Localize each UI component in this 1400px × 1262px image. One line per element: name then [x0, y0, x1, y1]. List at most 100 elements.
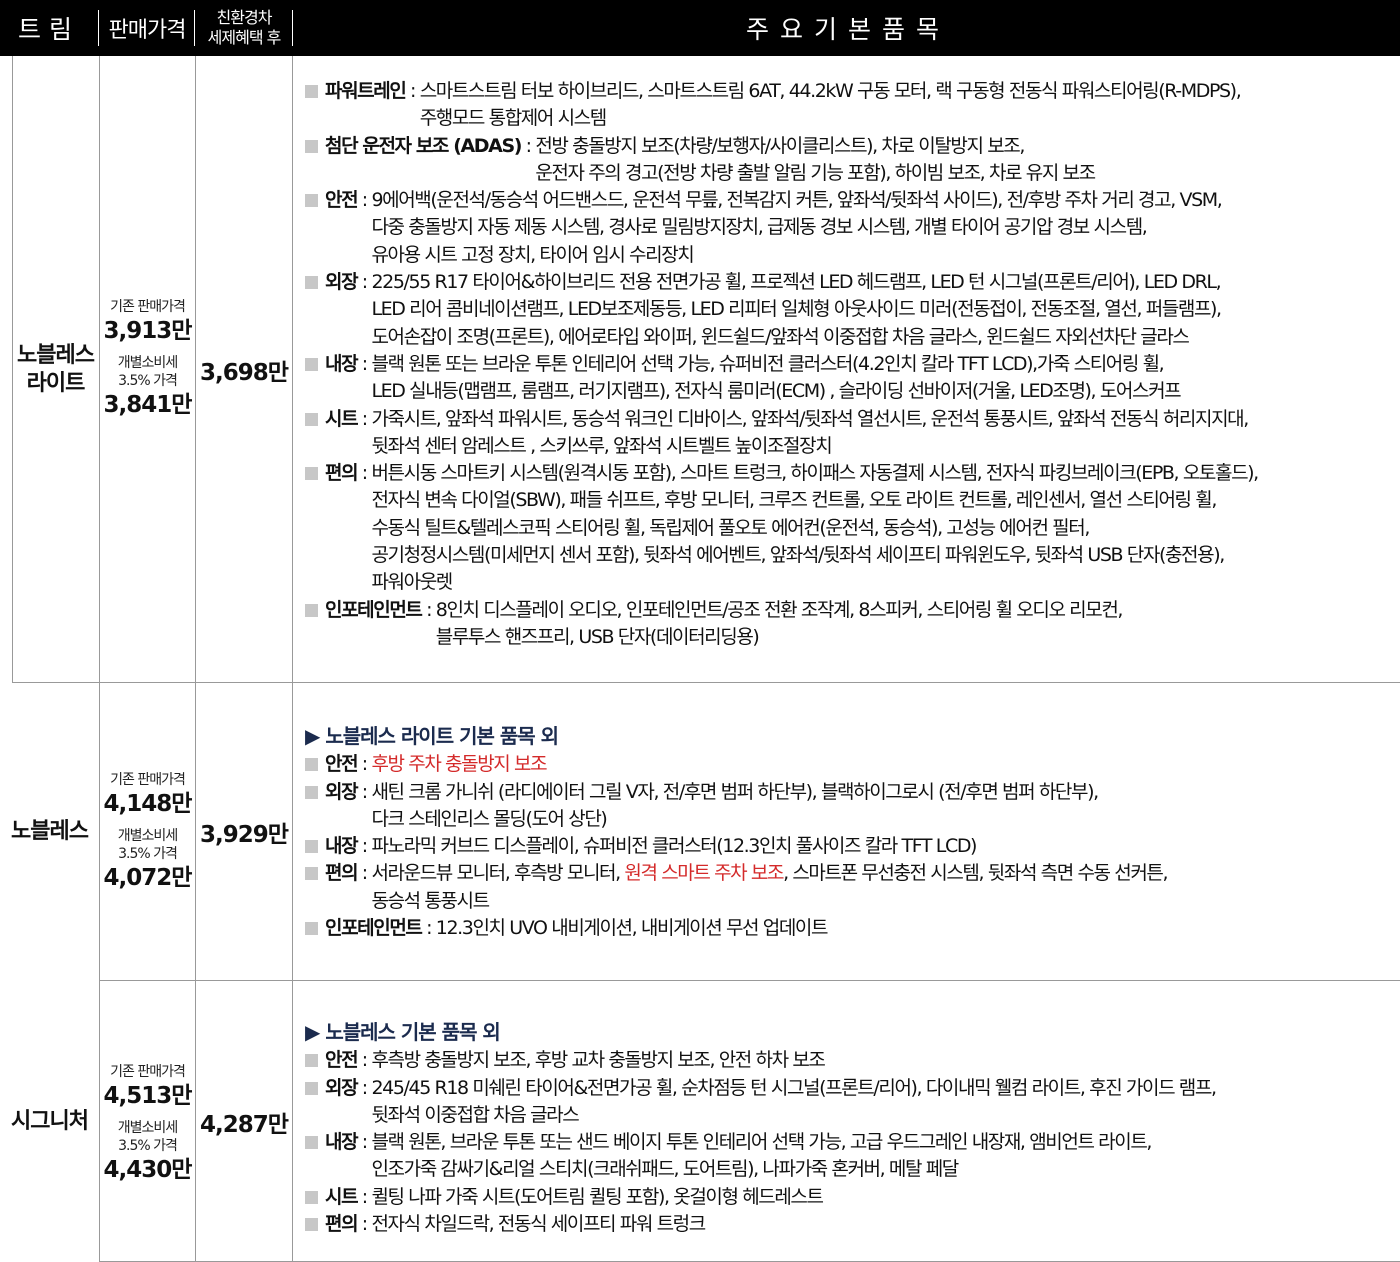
feature-text: 다크 스테인리스 몰딩(도어 상단) — [371, 807, 607, 830]
feature-text: 9에어백(운전석/동승석 어드밴스드, 운전석 무릎, 전복감지 커튼, 앞좌석… — [371, 189, 1222, 212]
eco-price-value: 4,287만 — [196, 981, 292, 1262]
feature-text: 퀼팅 나파 가죽 시트(도어트림 퀼팅 포함), 옷걸이형 헤드레스트 — [371, 1185, 824, 1208]
feature-text: 후방 주차 충돌방지 보조 — [371, 753, 547, 776]
feature-separator: : — [357, 462, 372, 485]
feature-text: 245/45 R18 미쉐린 타이어&전면가공 휠, 순차점등 턴 시그널(프론… — [371, 1076, 1217, 1099]
bullet-square-icon — [305, 412, 318, 426]
tax-price-label: 개별소비세 — [117, 1120, 178, 1136]
header-divider — [194, 10, 195, 46]
feature-text: 운전자 주의 경고(전방 차량 출발 알림 기능 포함), 하이빔 보조, 차로… — [535, 161, 1096, 184]
feature-separator: : — [357, 1131, 372, 1154]
feature-separator: : — [357, 1213, 372, 1236]
feature-line: 다크 스테인리스 몰딩(도어 상단) — [305, 806, 1395, 833]
feature-line: 외장 : 225/55 R17 타이어&하이브리드 전용 전면가공 휠, 프로젝… — [305, 269, 1395, 296]
feature-separator: : — [357, 753, 372, 776]
feature-line: LED 실내등(맵램프, 룸램프, 러기지램프), 전자식 룸미러(ECM) ,… — [305, 378, 1395, 405]
table-header: 트림 판매가격 친환경차 세제혜택 후 주요기본품목 — [0, 0, 1400, 56]
column-divider — [292, 683, 293, 981]
feature-separator: : — [357, 835, 372, 858]
feature-text: LED 리어 콤비네이션램프, LED보조제동등, LED 리피터 일체형 아웃… — [371, 298, 1222, 321]
feature-text: 인조가죽 감싸기&리얼 스티치(크래쉬패드, 도어트림), 나파가죽 혼커버, … — [371, 1158, 959, 1181]
header-divider — [292, 10, 293, 46]
feature-separator: : — [357, 1076, 372, 1099]
price-column: 기존 판매가격 4,513만 개별소비세 3.5% 가격 4,430만 — [100, 1063, 195, 1185]
feature-category: 인포테인먼트 — [325, 598, 423, 621]
header-divider — [98, 10, 99, 46]
price-column: 기존 판매가격 4,148만 개별소비세 3.5% 가격 4,072만 — [100, 771, 195, 893]
feature-text: LED 실내등(맵램프, 룸램프, 러기지램프), 전자식 룸미러(ECM) ,… — [371, 380, 1181, 403]
feature-category: 안전 — [325, 189, 359, 212]
feature-line: 다중 충돌방지 자동 제동 시스템, 경사로 밀림방지장치, 급제동 경보 시스… — [305, 214, 1395, 241]
feature-category: 편의 — [325, 862, 359, 885]
feature-headline: ▶ 노블레스 라이트 기본 품목 외 — [305, 724, 559, 748]
feature-line: 수동식 틸트&텔레스코픽 스티어링 휠, 독립제어 풀오토 에어컨(운전석, 동… — [305, 515, 1395, 542]
tax-price-value: 3,841만 — [103, 392, 193, 418]
tax-price-value: 4,430만 — [103, 1157, 193, 1183]
trim-name-line: 노블레스 — [11, 819, 89, 844]
feature-category: 편의 — [325, 1213, 359, 1236]
feature-text: 다중 충돌방지 자동 제동 시스템, 경사로 밀림방지장치, 급제동 경보 시스… — [371, 216, 1147, 239]
feature-separator: : — [357, 352, 372, 375]
feature-category: 내장 — [325, 1131, 359, 1154]
bullet-square-icon — [305, 139, 318, 153]
trim-name-line: 노블레스 — [17, 342, 95, 368]
trim-row: 시그니처 기존 판매가격 4,513만 개별소비세 3.5% 가격 4,430만 4,287… — [0, 981, 1400, 1262]
feature-category: 외장 — [325, 1076, 359, 1099]
feature-line: 인포테인먼트 : 12.3인치 UVO 내비게이션, 내비게이션 무선 업데이트 — [305, 915, 1395, 942]
feature-text: 공기청정시스템(미세먼지 센서 포함), 뒷좌석 에어벤트, 앞좌석/뒷좌석 세… — [371, 544, 1225, 567]
feature-line: 전자식 변속 다이얼(SBW), 패들 쉬프트, 후방 모니터, 크루즈 컨트롤… — [305, 487, 1395, 514]
feature-line: 내장 : 블랙 원톤 또는 브라운 투톤 인테리어 선택 가능, 슈퍼비전 클러… — [305, 351, 1395, 378]
feature-line: 편의 : 서라운드뷰 모니터, 후측방 모니터, 원격 스마트 주차 보조, 스… — [305, 860, 1395, 887]
eco-price-text: 3,698만 — [200, 359, 289, 386]
bullet-square-icon — [305, 1190, 318, 1204]
base-price-label: 기존 판매가격 — [110, 1064, 186, 1080]
header-eco-benefit: 친환경차 세제혜택 후 — [197, 0, 291, 56]
feature-text: 동승석 통풍시트 — [371, 889, 490, 912]
feature-line: 동승석 통풍시트 — [305, 888, 1395, 915]
feature-separator: : — [357, 189, 372, 212]
feature-line: 뒷좌석 센터 암레스트 , 스키쓰루, 앞좌석 시트벨트 높이조절장치 — [305, 433, 1395, 460]
feature-separator: : — [357, 407, 372, 430]
feature-separator: : — [421, 598, 436, 621]
tax-price-label: 3.5% 가격 — [118, 1138, 178, 1154]
trim-row: 노블레스 기존 판매가격 4,148만 개별소비세 3.5% 가격 4,072만 3,929… — [0, 683, 1400, 981]
feature-separator: : — [421, 917, 436, 940]
trim-name-text: 노블레스 — [11, 818, 89, 846]
feature-line: 블루투스 핸즈프리, USB 단자(데이터리딩용) — [305, 624, 1395, 651]
feature-line: 내장 : 파노라믹 커브드 디스플레이, 슈퍼비전 클러스터(12.3인치 풀사… — [305, 833, 1395, 860]
feature-line: 첨단 운전자 보조 (ADAS) : 전방 충돌방지 보조(차량/보행자/사이클… — [305, 133, 1395, 160]
feature-text: 파노라믹 커브드 디스플레이, 슈퍼비전 클러스터(12.3인치 풀사이즈 칼라… — [371, 835, 977, 858]
feature-text: 버튼시동 스마트키 시스템(원격시동 포함), 스마트 트렁크, 하이패스 자동… — [371, 462, 1259, 485]
feature-text: 후측방 충돌방지 보조, 후방 교차 충돌방지 보조, 안전 하차 보조 — [371, 1049, 825, 1072]
feature-category: 시트 — [325, 1185, 359, 1208]
feature-text: 유아용 시트 고정 장치, 타이어 임시 수리장치 — [371, 243, 694, 266]
feature-text: 블랙 원톤 또는 브라운 투톤 인테리어 선택 가능, 슈퍼비전 클러스터(4.… — [371, 352, 1164, 375]
feature-separator: : — [357, 862, 372, 885]
feature-text: 파워아웃렛 — [371, 571, 453, 594]
bullet-square-icon — [305, 603, 318, 617]
bullet-square-icon — [305, 1081, 318, 1095]
trim-name-line: 라이트 — [26, 370, 86, 396]
bullet-square-icon — [305, 85, 318, 98]
feature-separator: : — [405, 80, 420, 102]
feature-line: 시트 : 퀼팅 나파 가죽 시트(도어트림 퀼팅 포함), 옷걸이형 헤드레스트 — [305, 1184, 1395, 1211]
feature-separator: : — [521, 134, 536, 157]
bullet-square-icon — [305, 840, 318, 854]
eco-price-text: 3,929만 — [200, 822, 289, 848]
feature-category: 시트 — [325, 407, 359, 430]
feature-text: 전자식 변속 다이얼(SBW), 패들 쉬프트, 후방 모니터, 크루즈 컨트롤… — [371, 489, 1217, 512]
feature-text: 가죽시트, 앞좌석 파워시트, 동승석 워크인 디바이스, 앞좌석/뒷좌석 열선… — [371, 407, 1249, 430]
base-price-label: 기존 판매가격 — [110, 772, 186, 788]
bullet-square-icon — [305, 922, 318, 936]
bullet-square-icon — [305, 1136, 318, 1150]
feature-list: 파워트레인 : 스마트스트림 터보 하이브리드, 스마트스트림 6AT, 44.… — [305, 78, 1395, 651]
bullet-square-icon — [305, 194, 318, 208]
feature-category: 인포테인먼트 — [325, 917, 423, 940]
feature-separator: : — [357, 271, 372, 294]
tax-price-label: 3.5% 가격 — [118, 846, 178, 862]
trim-name: 노블레스 라이트 — [12, 56, 99, 683]
feature-text: 수동식 틸트&텔레스코픽 스티어링 휠, 독립제어 풀오토 에어컨(운전석, 동… — [371, 516, 1090, 539]
feature-line: 인조가죽 감싸기&리얼 스티치(크래쉬패드, 도어트림), 나파가죽 혼커버, … — [305, 1156, 1395, 1183]
feature-separator: : — [357, 1049, 372, 1072]
header-eco-line2: 세제혜택 후 — [207, 28, 282, 47]
